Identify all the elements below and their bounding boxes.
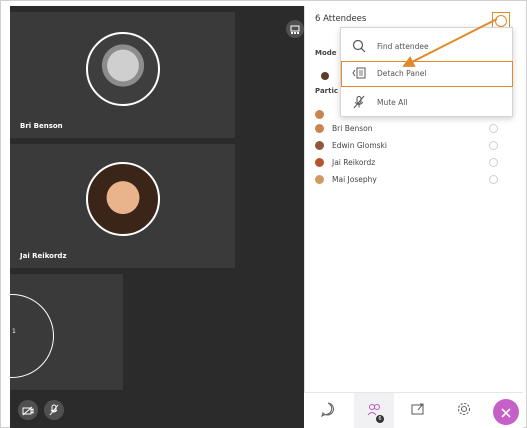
share-content-button[interactable] — [410, 403, 426, 419]
chat-button[interactable] — [320, 401, 336, 421]
mute-all-item[interactable]: Mute All — [347, 90, 509, 114]
panel-title: 6 Attendees — [315, 14, 367, 24]
avatar — [86, 32, 160, 106]
attendee-options-button[interactable] — [489, 141, 498, 150]
tile-name: Bri Benson — [20, 122, 63, 130]
close-icon — [501, 403, 511, 422]
video-stage: Bri Benson Jai Reikordz 1 — [10, 6, 304, 428]
participants-section-label: Partic — [315, 87, 339, 95]
attendee-name: Bri Benson — [332, 123, 373, 133]
detach-panel-item[interactable]: Detach Panel — [341, 61, 513, 87]
moderators-section-label: Mode — [315, 49, 337, 57]
share-camera-button[interactable] — [18, 400, 38, 420]
avatar — [315, 174, 324, 184]
tile-number: 1 — [12, 328, 16, 335]
avatar — [315, 140, 324, 150]
video-tile-bri-benson[interactable]: Bri Benson — [10, 12, 235, 138]
mute-all-icon — [351, 95, 367, 109]
settings-button[interactable] — [456, 401, 472, 421]
avatar — [321, 72, 329, 80]
video-tile-partial[interactable]: 1 — [10, 274, 123, 390]
search-icon — [351, 39, 367, 53]
video-tile-jai-reikordz[interactable]: Jai Reikordz — [10, 144, 235, 268]
panel-options-menu: Find attendee Detach Panel Mute All — [340, 27, 513, 117]
share-icon — [410, 401, 426, 421]
avatar-placeholder — [10, 294, 54, 378]
camera-off-icon — [22, 401, 34, 420]
gear-icon — [456, 401, 472, 421]
list-item[interactable]: Bri Benson — [315, 120, 372, 136]
attendee-name: Edwin Glomski — [332, 140, 387, 150]
find-attendee-label: Find attendee — [377, 41, 429, 51]
attendee-options-button[interactable] — [489, 124, 498, 133]
panel-options-button[interactable] — [495, 15, 507, 27]
avatar — [315, 109, 324, 119]
highlight-box — [341, 61, 513, 87]
avatar — [315, 123, 324, 133]
attendee-name: Jai Reikordz — [332, 157, 376, 167]
attendee-options-button[interactable] — [489, 158, 498, 167]
tile-name: Jai Reikordz — [20, 252, 67, 260]
share-audio-button[interactable] — [44, 400, 64, 420]
avatar — [315, 157, 324, 167]
avatar — [86, 162, 160, 236]
microphone-off-icon — [49, 401, 59, 420]
layout-toggle-button[interactable] — [286, 20, 304, 38]
attendee-count-badge: 6 — [376, 415, 384, 423]
attendee-name: Mai Josephy — [332, 174, 377, 184]
collaborate-toolbar: 6 — [304, 392, 523, 428]
close-panel-button[interactable] — [493, 399, 519, 425]
list-item[interactable]: Edwin Glomski — [315, 137, 387, 153]
find-attendee-item[interactable]: Find attendee — [347, 34, 509, 58]
attendee-options-button[interactable] — [489, 175, 498, 184]
grid-layout-icon — [290, 20, 300, 39]
mute-all-label: Mute All — [377, 97, 408, 107]
list-item[interactable]: Jai Reikordz — [315, 154, 375, 170]
chat-icon — [320, 401, 336, 421]
list-item[interactable]: Mai Josephy — [315, 171, 377, 187]
